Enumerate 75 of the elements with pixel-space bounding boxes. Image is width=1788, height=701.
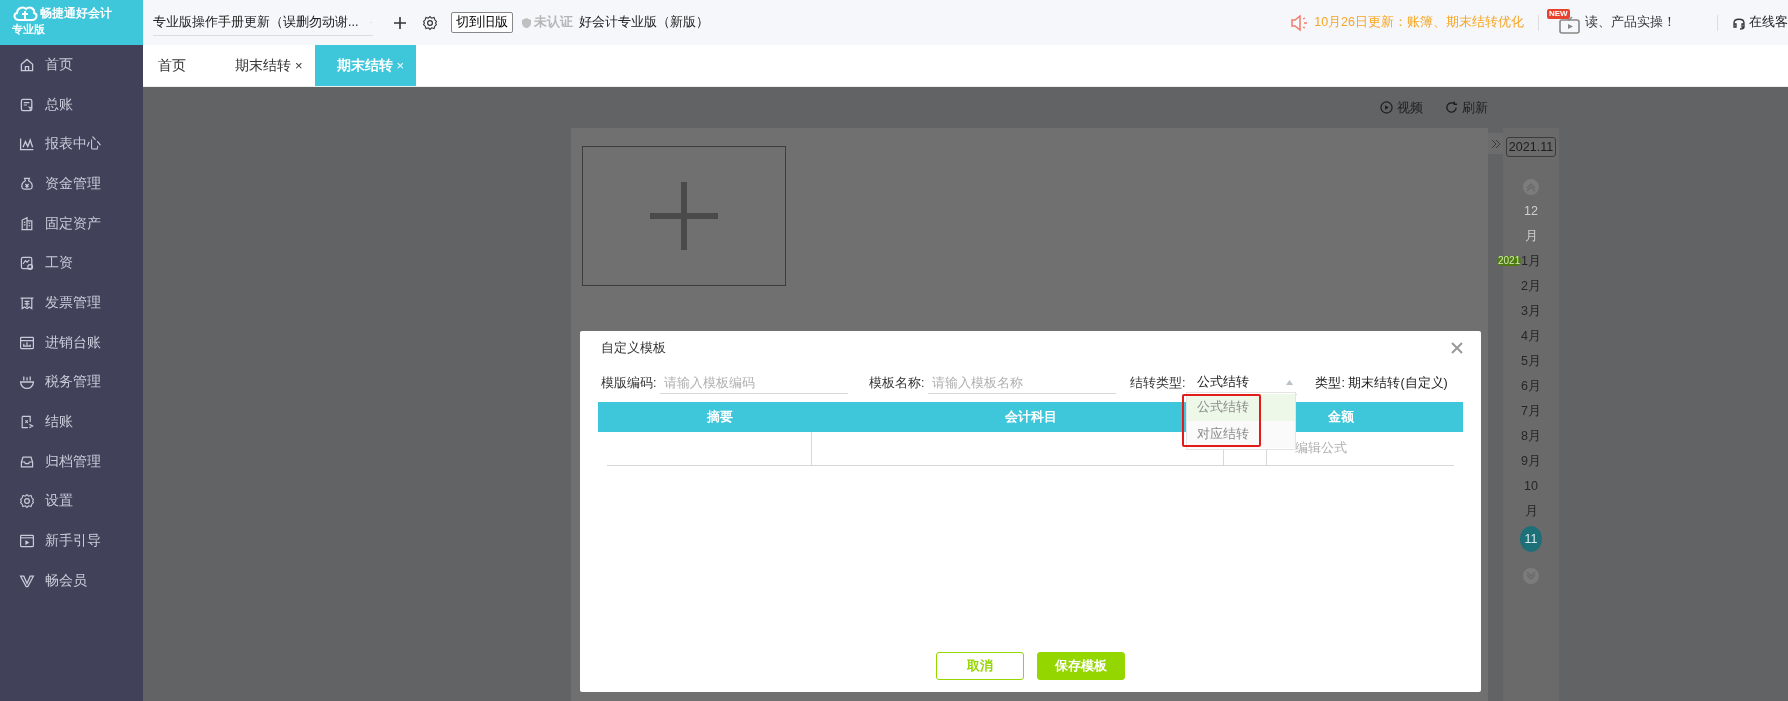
certification-status: 未认证 [521, 14, 573, 31]
dropdown-option[interactable]: 对应结转 [1187, 421, 1295, 448]
tab[interactable]: 首页 [143, 45, 220, 86]
switch-version-button[interactable]: 切到旧版 [451, 12, 513, 33]
column-header: 摘要 [707, 408, 733, 426]
settings-icon[interactable] [422, 14, 438, 31]
video-button[interactable]: 视频 [1380, 98, 1423, 117]
double-chevron-icon [1490, 138, 1501, 149]
sidebar-item[interactable]: 资金管理 [0, 164, 143, 204]
edition-label: 专业版 [12, 23, 46, 35]
payslip-icon [19, 255, 35, 272]
sidebar-item[interactable]: 总账 [0, 84, 143, 125]
month-item[interactable]: 10月 [1520, 474, 1542, 524]
sidebar-item[interactable]: 首页 [0, 45, 143, 85]
chart-icon [19, 136, 35, 153]
sidebar-item[interactable]: 发票管理 [0, 283, 143, 323]
sidebar-item[interactable]: 报表中心 [0, 124, 143, 165]
sidebar-item[interactable]: 结账 [0, 402, 143, 442]
month-item[interactable]: 5月 [1521, 349, 1541, 374]
storefront-icon [19, 334, 35, 351]
sidebar-item[interactable]: 新手引导 [0, 521, 143, 561]
input-field[interactable]: 请输入模板编码 [660, 372, 849, 394]
month-item[interactable]: 11 [1520, 526, 1542, 552]
ledger-icon [19, 96, 35, 113]
month-item[interactable]: 9月 [1521, 449, 1541, 474]
add-template-card[interactable] [582, 146, 786, 286]
tab[interactable]: 期末结转 × [220, 45, 315, 86]
account-dropdown[interactable]: 专业版操作手册更新（误删勿动谢... [153, 9, 373, 36]
document-icon [19, 414, 35, 431]
month-item[interactable]: 2月 [1521, 274, 1541, 299]
shield-icon [521, 16, 532, 29]
refresh-icon [1445, 101, 1458, 114]
settings-icon [19, 493, 35, 510]
play-icon [1380, 101, 1393, 114]
field-label: 模板名称: [869, 374, 925, 392]
month-item[interactable]: 8月 [1521, 424, 1541, 449]
type-label: 类型: 期末结转(自定义) [1315, 374, 1448, 392]
field-label: 模版编码: [601, 374, 657, 392]
sidebar-item[interactable]: 进销台账 [0, 322, 143, 363]
collapse-handle[interactable] [1488, 133, 1503, 154]
home-icon [19, 56, 35, 73]
dropdown-option[interactable]: 公式结转 [1187, 394, 1295, 421]
sidebar-item[interactable]: 税务管理 [0, 362, 143, 403]
plus-icon [648, 180, 720, 252]
year-badge: 2021 [1497, 256, 1522, 266]
sidebar-item[interactable]: 畅会员 [0, 560, 143, 601]
new-badge: NEW [1547, 8, 1570, 19]
promo-link[interactable]: 读、产品实操！ [1585, 14, 1703, 31]
refresh-button[interactable]: 刷新 [1445, 98, 1488, 117]
sidebar-item[interactable]: 工资 [0, 243, 143, 284]
column-header: 会计科目 [1005, 408, 1057, 426]
video-play-icon [19, 533, 35, 550]
month-item[interactable]: 3月 [1521, 299, 1541, 324]
period-field[interactable]: 2021.11 [1505, 137, 1557, 157]
month-item[interactable]: 7月 [1521, 399, 1541, 424]
month-item[interactable]: 1月 [1521, 249, 1541, 274]
brand-name: 畅捷通好会计 [40, 4, 112, 22]
sidebar-item[interactable]: 归档管理 [0, 441, 143, 482]
close-icon[interactable] [1451, 342, 1463, 354]
dialog-title: 自定义模板 [601, 339, 666, 357]
product-name: 好会计专业版（新版） [579, 14, 709, 31]
online-support-link[interactable]: 在线客 [1749, 14, 1788, 31]
plus-icon[interactable] [392, 14, 408, 31]
month-item[interactable]: 4月 [1521, 324, 1541, 349]
sidebar-item[interactable]: 固定资产 [0, 203, 143, 244]
month-item[interactable]: 6月 [1521, 374, 1541, 399]
building-icon [19, 215, 35, 232]
tv-play-icon [1559, 15, 1581, 34]
field-label: 结转类型: [1130, 374, 1186, 392]
money-bag-icon [19, 175, 35, 192]
sidebar-item[interactable]: 设置 [0, 481, 143, 522]
column-header: 金额 [1328, 408, 1354, 426]
bowl-icon [19, 374, 35, 391]
input-field[interactable]: 请输入模板名称 [928, 372, 1117, 394]
caret-icon [1286, 380, 1294, 385]
